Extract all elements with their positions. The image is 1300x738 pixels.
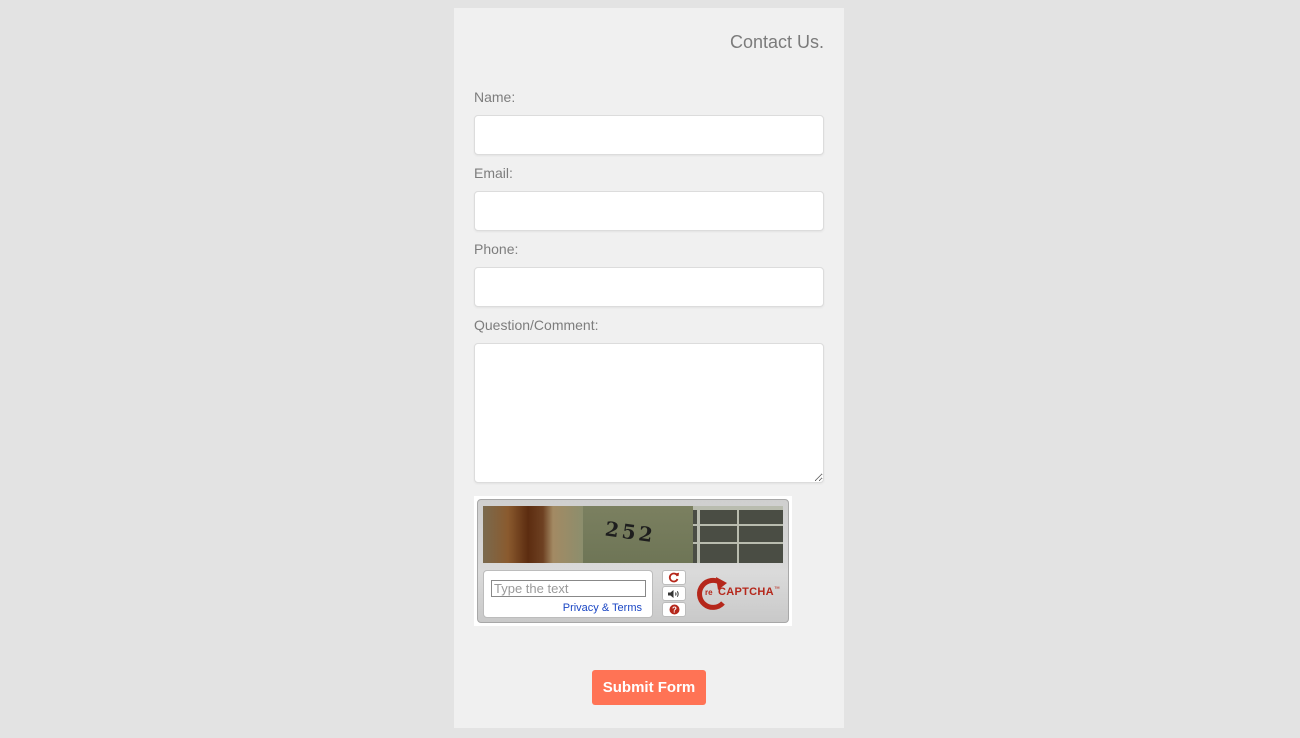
recaptcha-brand-name: CAPTCHA™ — [718, 586, 781, 598]
help-icon: ? — [669, 604, 679, 615]
submit-button[interactable]: Submit Form — [592, 670, 706, 705]
phone-label: Phone: — [474, 241, 519, 257]
refresh-button[interactable] — [662, 570, 686, 585]
email-label: Email: — [474, 165, 513, 181]
captcha-challenge-image: 252 — [483, 506, 783, 563]
captcha-image-door — [483, 506, 583, 563]
name-label: Name: — [474, 89, 516, 105]
captcha-image-window — [693, 506, 783, 563]
phone-field[interactable] — [474, 267, 824, 307]
help-button[interactable]: ? — [662, 602, 686, 617]
page-title: Contact Us. — [729, 32, 824, 52]
recaptcha-widget: 252 Privacy & Terms — [474, 496, 792, 626]
refresh-icon — [668, 572, 679, 583]
contact-form-panel: Contact Us. Name: Email: Phone: Question… — [454, 8, 844, 728]
comment-label: Question/Comment: — [474, 317, 599, 333]
captcha-response-input[interactable] — [491, 580, 646, 597]
email-field[interactable] — [474, 191, 824, 231]
recaptcha-brand-prefix: re — [705, 588, 713, 597]
audio-button[interactable] — [662, 586, 686, 601]
comment-textarea[interactable] — [474, 343, 824, 483]
name-field[interactable] — [474, 115, 824, 155]
audio-icon — [668, 589, 679, 598]
captcha-controls: ? — [662, 570, 686, 618]
recaptcha-logo: re CAPTCHA™ — [694, 574, 780, 614]
captcha-privacy-link[interactable]: Privacy & Terms — [563, 602, 642, 614]
svg-text:?: ? — [672, 606, 677, 615]
captcha-input-panel: Privacy & Terms — [483, 570, 653, 618]
recaptcha-container: 252 Privacy & Terms — [477, 499, 789, 623]
